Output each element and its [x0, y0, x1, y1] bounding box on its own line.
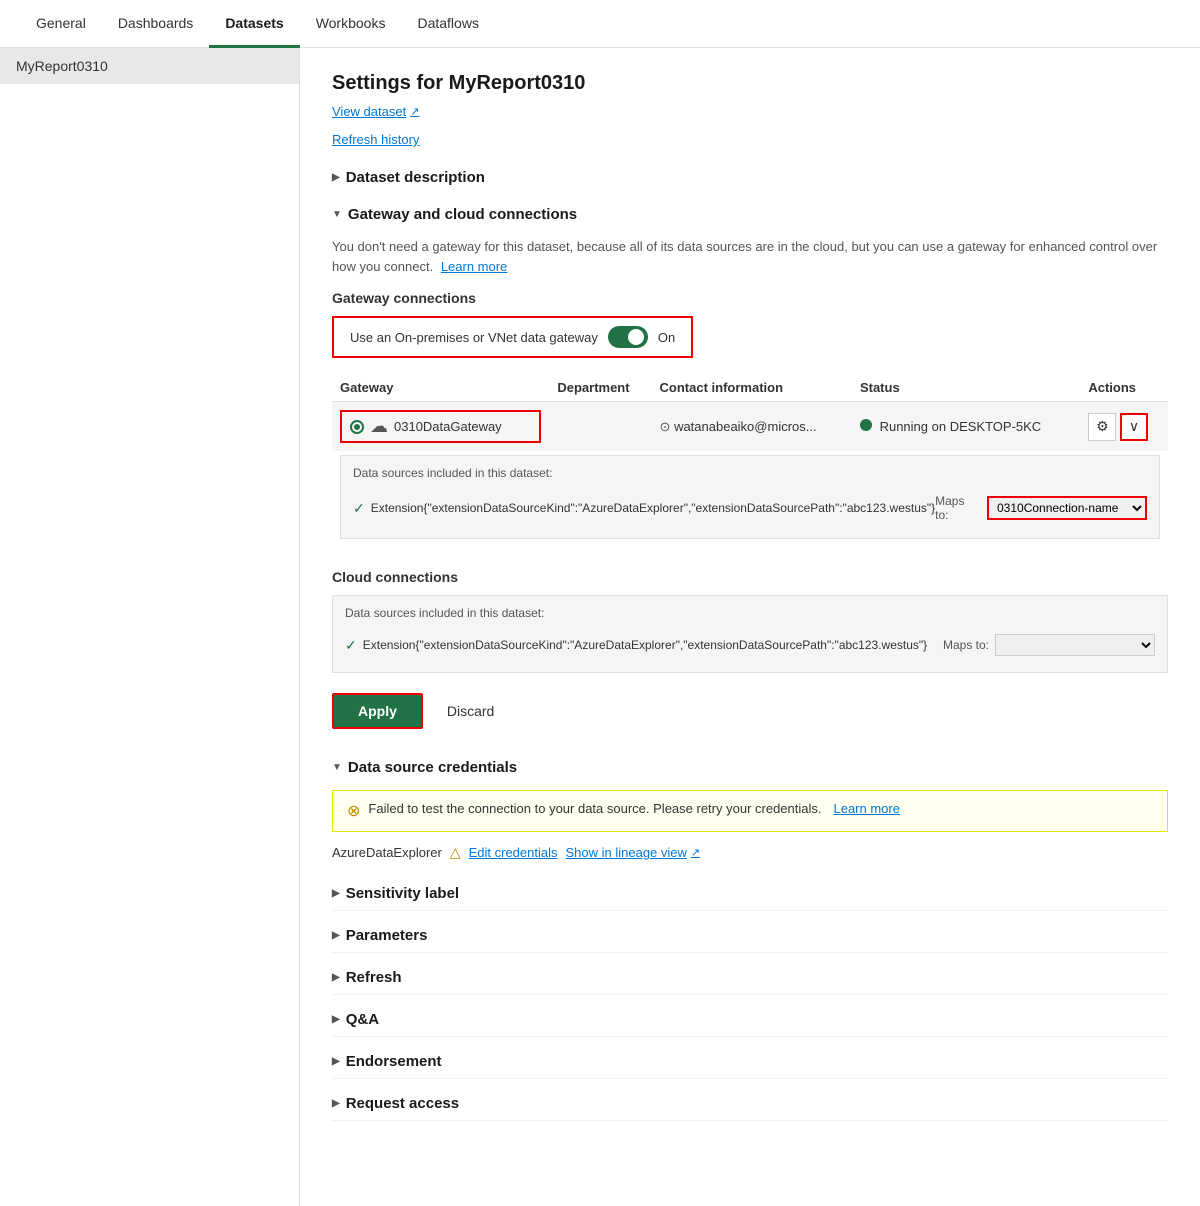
- learn-more-creds-link[interactable]: Learn more: [833, 801, 899, 816]
- gateway-status: Running on DESKTOP-5KC: [852, 402, 1080, 452]
- credentials-label: Data source credentials: [348, 759, 517, 776]
- collapse-icon: ▶: [332, 172, 340, 183]
- sensitivity-label-section[interactable]: ▶ Sensitivity label: [332, 877, 1168, 911]
- nav-workbooks[interactable]: Workbooks: [300, 1, 402, 48]
- collapse-parameters-icon: ▶: [332, 930, 340, 941]
- dataset-description-section[interactable]: ▶ Dataset description: [332, 163, 1168, 192]
- nav-general[interactable]: General: [20, 1, 102, 48]
- settings-icon[interactable]: ⚙: [1088, 413, 1116, 441]
- cloud-maps-to-select[interactable]: [995, 634, 1155, 656]
- request-access-section[interactable]: ▶ Request access: [332, 1087, 1168, 1121]
- collapse-refresh-icon: ▶: [332, 972, 340, 983]
- cloud-datasource-box: Data sources included in this dataset: ✓…: [332, 595, 1168, 673]
- col-header-actions: Actions: [1080, 374, 1168, 402]
- show-lineage-link[interactable]: Show in lineage view ↗: [566, 845, 701, 860]
- dropdown-icon[interactable]: ∨: [1120, 413, 1148, 441]
- parameters-section[interactable]: ▶ Parameters: [332, 919, 1168, 953]
- gateway-toggle[interactable]: [608, 326, 648, 348]
- collapsed-sections: ▶ Sensitivity label ▶ Parameters ▶ Refre…: [332, 877, 1168, 1121]
- gateway-name: 0310DataGateway: [394, 419, 502, 434]
- lineage-external-icon: ↗: [691, 846, 700, 859]
- apply-button[interactable]: Apply: [332, 693, 423, 729]
- credentials-section-header[interactable]: ▼ Data source credentials: [332, 753, 1168, 782]
- expand-icon: ▼: [332, 209, 342, 220]
- collapse-endorsement-icon: ▶: [332, 1056, 340, 1067]
- collapse-qa-icon: ▶: [332, 1014, 340, 1025]
- warning-text: Failed to test the connection to your da…: [368, 801, 821, 816]
- toggle-box: Use an On-premises or VNet data gateway …: [332, 316, 693, 358]
- gateway-contact: ⊙ watanabeaiko@micros...: [652, 402, 852, 452]
- collapse-request-icon: ▶: [332, 1098, 340, 1109]
- col-header-gateway: Gateway: [332, 374, 549, 402]
- page-layout: MyReport0310 Settings for MyReport0310 V…: [0, 48, 1200, 1206]
- sidebar: MyReport0310: [0, 48, 300, 1206]
- action-buttons: Apply Discard: [332, 693, 1168, 729]
- cloud-datasource-row: ✓ Extension{"extensionDataSourceKind":"A…: [345, 628, 1155, 662]
- col-header-contact: Contact information: [652, 374, 852, 402]
- maps-to-label: Maps to:: [935, 494, 981, 522]
- gateway-table: Gateway Department Contact information S…: [332, 374, 1168, 551]
- gateway-department: [549, 402, 651, 452]
- cloud-maps-to-label: Maps to:: [943, 638, 989, 652]
- learn-more-link-1[interactable]: Learn more: [441, 259, 507, 274]
- cloud-datasource-text: Extension{"extensionDataSourceKind":"Azu…: [363, 637, 927, 654]
- credential-datasource-name: AzureDataExplorer: [332, 845, 442, 860]
- cloud-datasources-label: Data sources included in this dataset:: [345, 606, 1155, 620]
- gateway-connections-label: Gateway connections: [332, 290, 1168, 306]
- maps-to-select[interactable]: 0310Connection-name: [987, 496, 1147, 520]
- top-navigation: General Dashboards Datasets Workbooks Da…: [0, 0, 1200, 48]
- datasource-info: ✓ Extension{"extensionDataSourceKind":"A…: [353, 500, 935, 517]
- toggle-description: Use an On-premises or VNet data gateway: [350, 330, 598, 345]
- col-header-status: Status: [852, 374, 1080, 402]
- maps-to-container: Maps to: 0310Connection-name: [935, 494, 1147, 522]
- col-header-department: Department: [549, 374, 651, 402]
- refresh-history-link[interactable]: Refresh history: [332, 132, 419, 147]
- nav-dashboards[interactable]: Dashboards: [102, 1, 210, 48]
- cloud-check-icon: ✓: [345, 637, 357, 654]
- cloud-datasource-info: ✓ Extension{"extensionDataSourceKind":"A…: [345, 637, 943, 654]
- warning-box: ⊗ Failed to test the connection to your …: [332, 790, 1168, 832]
- gateway-section-header[interactable]: ▼ Gateway and cloud connections: [332, 200, 1168, 229]
- collapse-sensitivity-icon: ▶: [332, 888, 340, 899]
- page-title: Settings for MyReport0310: [332, 72, 1168, 95]
- credentials-section: ▼ Data source credentials ⊗ Failed to te…: [332, 753, 1168, 861]
- datasources-row: Data sources included in this dataset: ✓…: [332, 451, 1168, 551]
- cloud-maps-to-container: Maps to:: [943, 634, 1155, 656]
- sidebar-item-myreport0310[interactable]: MyReport0310: [0, 48, 299, 84]
- datasource-box: Data sources included in this dataset: ✓…: [340, 455, 1160, 539]
- gateway-name-cell[interactable]: ☁ 0310DataGateway: [340, 410, 541, 443]
- gateway-actions: ⚙ ∨: [1080, 402, 1168, 452]
- status-icon: [860, 419, 872, 431]
- datasources-label: Data sources included in this dataset:: [353, 466, 1147, 480]
- expand-creds-icon: ▼: [332, 762, 342, 773]
- datasource-text: Extension{"extensionDataSourceKind":"Azu…: [371, 500, 935, 517]
- view-dataset-link[interactable]: View dataset ↗: [332, 104, 419, 119]
- dataset-description-label: Dataset description: [346, 169, 485, 186]
- discard-button[interactable]: Discard: [431, 695, 510, 727]
- nav-datasets[interactable]: Datasets: [209, 1, 299, 48]
- gateway-description: You don't need a gateway for this datase…: [332, 237, 1168, 276]
- refresh-section[interactable]: ▶ Refresh: [332, 961, 1168, 995]
- toggle-state-label: On: [658, 330, 675, 345]
- gateway-section-label: Gateway and cloud connections: [348, 206, 577, 223]
- cloud-connections-label: Cloud connections: [332, 569, 1168, 585]
- warning-icon: ⊗: [347, 801, 360, 821]
- check-icon: ✓: [353, 500, 365, 517]
- qa-section[interactable]: ▶ Q&A: [332, 1003, 1168, 1037]
- datasource-row: ✓ Extension{"extensionDataSourceKind":"A…: [353, 488, 1147, 528]
- credential-row: AzureDataExplorer △ Edit credentials Sho…: [332, 844, 1168, 861]
- cloud-icon: ☁: [370, 416, 388, 437]
- table-row: ☁ 0310DataGateway ⊙ watanabeaiko@micros.…: [332, 402, 1168, 452]
- gateway-section: ▼ Gateway and cloud connections You don'…: [332, 200, 1168, 673]
- nav-dataflows[interactable]: Dataflows: [401, 1, 494, 48]
- main-content: Settings for MyReport0310 View dataset ↗…: [300, 48, 1200, 1206]
- credential-warning-icon: △: [450, 844, 461, 861]
- endorsement-section[interactable]: ▶ Endorsement: [332, 1045, 1168, 1079]
- external-link-icon: ↗: [410, 105, 419, 118]
- radio-selected[interactable]: [350, 420, 364, 434]
- edit-credentials-link[interactable]: Edit credentials: [469, 845, 558, 860]
